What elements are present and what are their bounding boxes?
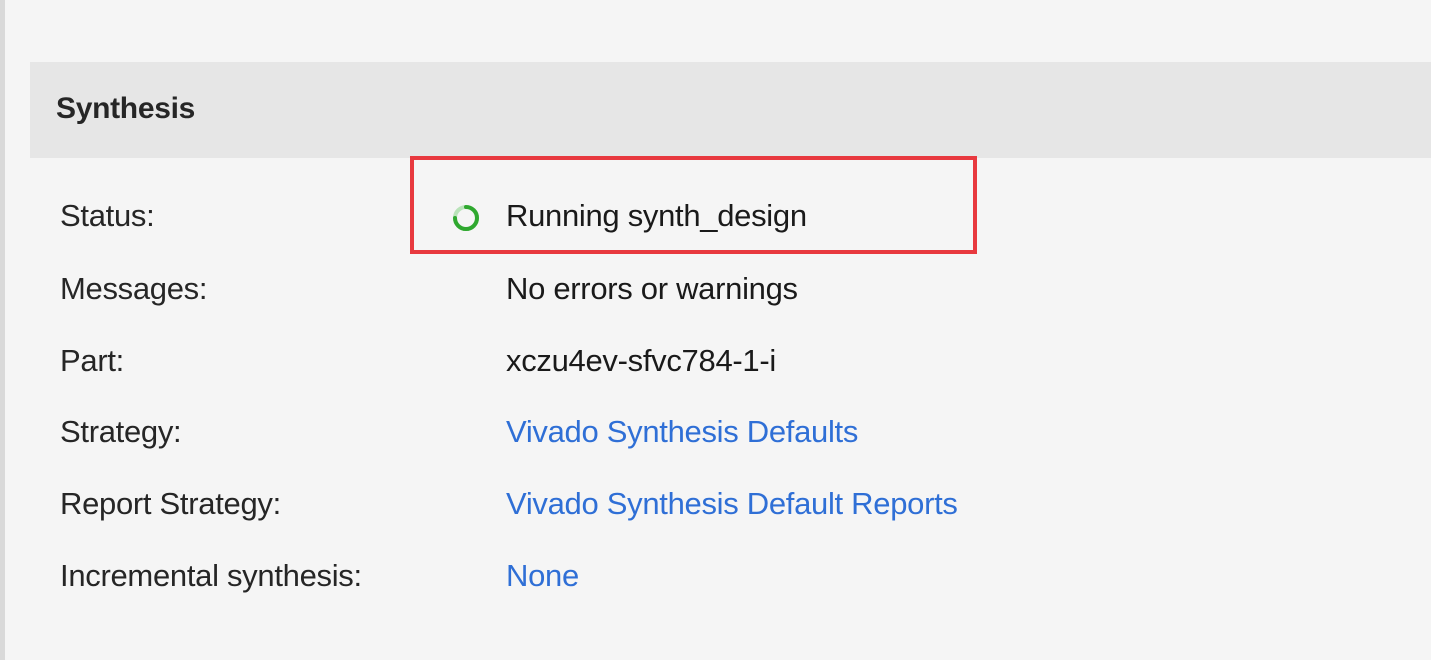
strategy-link[interactable]: Vivado Synthesis Defaults bbox=[506, 414, 858, 450]
incremental-synthesis-row: Incremental synthesis: None bbox=[0, 550, 1431, 610]
synthesis-panel: Synthesis Status: Running synth_design M… bbox=[0, 0, 1431, 660]
report-strategy-link[interactable]: Vivado Synthesis Default Reports bbox=[506, 486, 958, 522]
report-strategy-row: Report Strategy: Vivado Synthesis Defaul… bbox=[0, 478, 1431, 538]
report-strategy-label: Report Strategy: bbox=[60, 486, 281, 521]
part-label: Part: bbox=[60, 343, 124, 378]
messages-value: No errors or warnings bbox=[506, 271, 798, 306]
incremental-synthesis-link[interactable]: None bbox=[506, 558, 579, 594]
strategy-row: Strategy: Vivado Synthesis Defaults bbox=[0, 406, 1431, 466]
part-value: xczu4ev-sfvc784-1-i bbox=[506, 343, 776, 378]
section-header: Synthesis bbox=[30, 62, 1431, 158]
messages-row: Messages: No errors or warnings bbox=[0, 263, 1431, 323]
status-label: Status: bbox=[60, 198, 155, 233]
status-highlight-box bbox=[410, 156, 977, 254]
incremental-synthesis-label: Incremental synthesis: bbox=[60, 558, 362, 593]
section-title: Synthesis bbox=[56, 92, 196, 125]
strategy-label: Strategy: bbox=[60, 414, 182, 449]
part-row: Part: xczu4ev-sfvc784-1-i bbox=[0, 335, 1431, 395]
messages-label: Messages: bbox=[60, 271, 208, 306]
